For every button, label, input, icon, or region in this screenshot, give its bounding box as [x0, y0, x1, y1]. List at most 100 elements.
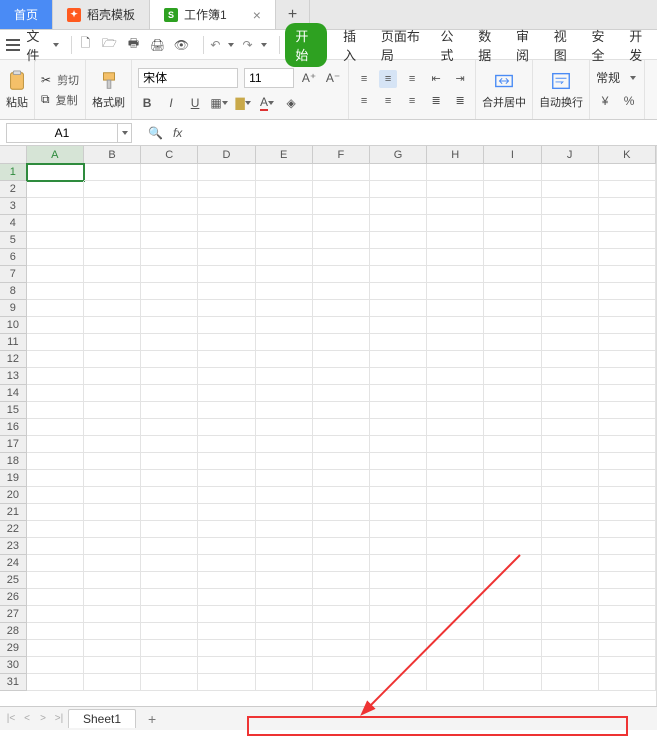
cell[interactable] [484, 198, 541, 215]
cell[interactable] [370, 538, 427, 555]
align-center-icon[interactable]: ≡ [379, 92, 397, 110]
cell[interactable] [427, 589, 484, 606]
cell[interactable] [198, 232, 255, 249]
row-header[interactable]: 1 [0, 164, 27, 181]
cell[interactable] [27, 521, 84, 538]
cell[interactable] [542, 249, 599, 266]
cell[interactable] [427, 555, 484, 572]
cell[interactable] [313, 504, 370, 521]
cell[interactable] [542, 521, 599, 538]
cell[interactable] [256, 504, 313, 521]
cell[interactable] [599, 385, 656, 402]
cell[interactable] [27, 657, 84, 674]
cell[interactable] [599, 317, 656, 334]
column-header[interactable]: J [542, 146, 599, 163]
cell[interactable] [542, 317, 599, 334]
cell[interactable] [370, 198, 427, 215]
cell[interactable] [313, 623, 370, 640]
cell[interactable] [599, 623, 656, 640]
cell[interactable] [141, 334, 198, 351]
cell[interactable] [256, 402, 313, 419]
cell[interactable] [141, 521, 198, 538]
clear-format-button[interactable]: ◈ [282, 94, 300, 112]
cell[interactable] [370, 249, 427, 266]
cell[interactable] [27, 300, 84, 317]
cell[interactable] [141, 657, 198, 674]
cell[interactable] [27, 249, 84, 266]
cell[interactable] [256, 589, 313, 606]
cell[interactable] [84, 266, 141, 283]
cell[interactable] [256, 266, 313, 283]
align-bottom-icon[interactable]: ≡ [403, 70, 421, 88]
cell[interactable] [370, 657, 427, 674]
cell[interactable] [141, 487, 198, 504]
ribbon-tab-data[interactable]: 数据 [478, 26, 500, 64]
cell[interactable] [484, 555, 541, 572]
cell[interactable] [198, 283, 255, 300]
cell[interactable] [427, 368, 484, 385]
cell[interactable] [141, 623, 198, 640]
cell[interactable] [256, 470, 313, 487]
cell[interactable] [27, 470, 84, 487]
fill-color-button[interactable]: ▇ [234, 94, 252, 112]
cell[interactable] [27, 504, 84, 521]
cell[interactable] [370, 436, 427, 453]
cell[interactable] [484, 623, 541, 640]
cell[interactable] [198, 487, 255, 504]
cell[interactable] [141, 266, 198, 283]
cell[interactable] [27, 453, 84, 470]
cell[interactable] [370, 215, 427, 232]
cell[interactable] [141, 368, 198, 385]
cell[interactable] [599, 334, 656, 351]
cell[interactable] [542, 640, 599, 657]
ribbon-tab-review[interactable]: 审阅 [516, 26, 538, 64]
cell[interactable] [141, 453, 198, 470]
cell[interactable] [141, 419, 198, 436]
cell[interactable] [84, 436, 141, 453]
cell[interactable] [313, 232, 370, 249]
cell[interactable] [599, 453, 656, 470]
cell[interactable] [84, 419, 141, 436]
cell[interactable] [84, 317, 141, 334]
horizontal-scrollbar[interactable] [172, 712, 653, 726]
cell[interactable] [141, 470, 198, 487]
ribbon-tab-layout[interactable]: 页面布局 [381, 26, 425, 64]
cell[interactable] [370, 640, 427, 657]
cell[interactable] [198, 572, 255, 589]
cell[interactable] [27, 181, 84, 198]
cell[interactable] [427, 674, 484, 691]
sheet-nav-next[interactable]: > [36, 713, 50, 724]
cell[interactable] [370, 487, 427, 504]
cell[interactable] [198, 606, 255, 623]
paste-group[interactable]: 粘贴 [0, 60, 35, 119]
row-header[interactable]: 9 [0, 300, 27, 317]
cell[interactable] [313, 674, 370, 691]
cell[interactable] [313, 521, 370, 538]
increase-font-icon[interactable]: A⁺ [300, 69, 318, 87]
cell[interactable] [427, 317, 484, 334]
cell[interactable] [256, 572, 313, 589]
font-name-select[interactable] [138, 68, 238, 88]
cell[interactable] [313, 300, 370, 317]
cell[interactable] [542, 198, 599, 215]
name-box-dropdown[interactable] [117, 124, 131, 142]
cell[interactable] [542, 351, 599, 368]
column-header[interactable]: G [370, 146, 427, 163]
row-header[interactable]: 16 [0, 419, 27, 436]
redo-icon[interactable]: ↷ [242, 38, 252, 52]
cell[interactable] [427, 419, 484, 436]
row-header[interactable]: 12 [0, 351, 27, 368]
align-top-icon[interactable]: ≡ [355, 70, 373, 88]
cell[interactable] [84, 164, 141, 181]
number-format-select[interactable]: 常规 [596, 69, 620, 86]
sheet-nav-first[interactable]: |< [4, 713, 18, 724]
cell[interactable] [599, 300, 656, 317]
cell[interactable] [484, 657, 541, 674]
row-header[interactable]: 20 [0, 487, 27, 504]
justify-icon[interactable]: ≣ [427, 92, 445, 110]
cell[interactable] [256, 606, 313, 623]
cell[interactable] [198, 402, 255, 419]
cell[interactable] [84, 198, 141, 215]
cell[interactable] [141, 249, 198, 266]
cell[interactable] [84, 572, 141, 589]
